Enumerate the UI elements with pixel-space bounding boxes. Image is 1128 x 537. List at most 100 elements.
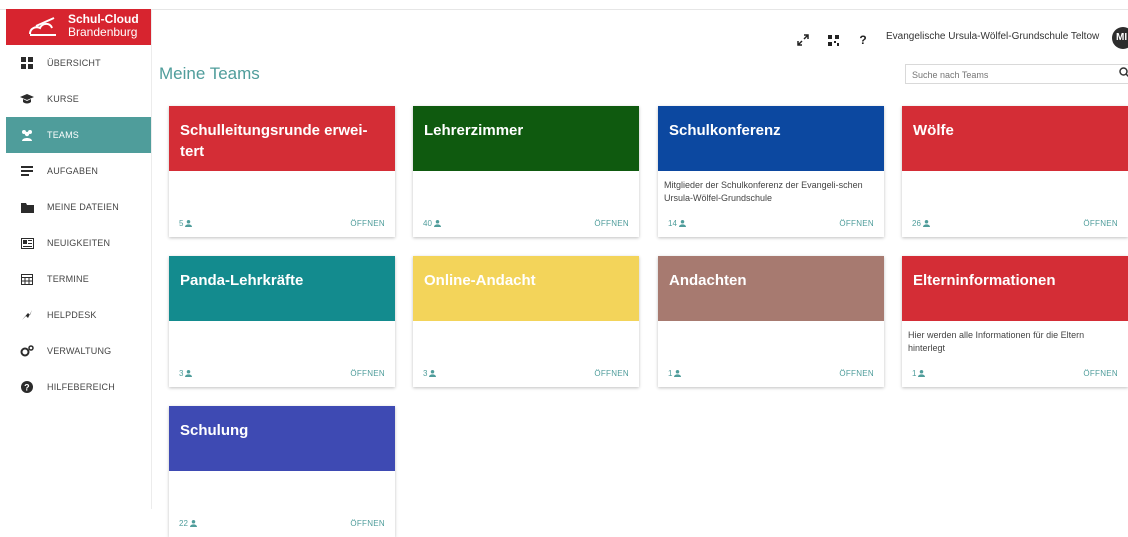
sidebar-item-label: VERWALTUNG [47, 346, 112, 356]
open-team-link[interactable]: ÖFFNEN [350, 519, 385, 528]
member-count: 26 [912, 219, 930, 228]
open-team-link[interactable]: ÖFFNEN [1083, 369, 1118, 378]
team-name: Elterninformationen [913, 272, 1056, 289]
member-count: 1 [668, 369, 682, 378]
search-input[interactable] [906, 67, 1112, 83]
question-circle-icon: ? [20, 380, 34, 394]
member-count: 3 [179, 369, 193, 378]
team-name: Schulkonferenz [669, 122, 781, 139]
team-card[interactable]: Schulkonferenz Mitglieder der Schulkonfer… [658, 106, 884, 237]
sidebar-item-kurse[interactable]: KURSE [6, 81, 151, 117]
sidebar-nav: ÜBERSICHT KURSE TEAMS AUFGABEN MEINE DAT… [6, 45, 151, 405]
team-name: Online-Andacht [424, 272, 536, 289]
sidebar-item-teams[interactable]: TEAMS [6, 117, 151, 153]
team-card-header[interactable]: Schulkonferenz [658, 106, 884, 171]
cloud-logo-icon [29, 17, 56, 36]
team-card-header[interactable]: Schulleitungsrunde erwei-tert [169, 106, 395, 171]
open-team-link[interactable]: ÖFFNEN [839, 369, 874, 378]
team-card[interactable]: Elterninformationen Hier werden alle Info… [902, 256, 1128, 387]
member-count-value: 1 [912, 369, 917, 378]
cogs-icon [20, 344, 34, 358]
folder-icon [20, 200, 34, 214]
member-count-value: 26 [912, 219, 921, 228]
fullscreen-icon[interactable] [795, 32, 811, 48]
member-count-value: 3 [423, 369, 428, 378]
member-count: 40 [423, 219, 441, 228]
team-card-header[interactable]: Panda-Lehrkräfte [169, 256, 395, 321]
member-count-value: 14 [668, 219, 677, 228]
member-count: 22 [179, 519, 197, 528]
member-count: 1 [912, 369, 926, 378]
team-name: Schulung [180, 422, 249, 439]
avatar[interactable]: MI [1112, 27, 1128, 49]
open-team-link[interactable]: ÖFFNEN [594, 369, 629, 378]
person-icon [678, 220, 686, 227]
tasks-icon [20, 164, 34, 178]
member-count-value: 3 [179, 369, 184, 378]
member-count-value: 40 [423, 219, 432, 228]
member-count-value: 5 [179, 219, 184, 228]
team-card[interactable]: Wölfe 26 ÖFFNEN [902, 106, 1128, 237]
open-team-link[interactable]: ÖFFNEN [594, 219, 629, 228]
sidebar-item-neuigkeiten[interactable]: NEUIGKEITEN [6, 225, 151, 261]
team-description: Hier werden alle Informationen für die E… [908, 330, 1085, 353]
person-icon [918, 370, 926, 377]
sidebar-item-hilfebereich[interactable]: ? HILFEBEREICH [6, 369, 151, 405]
person-icon [429, 370, 437, 377]
sidebar: Schul-Cloud Brandenburg ÜBERSICHT KURSE … [6, 9, 152, 509]
team-card-header[interactable]: Schulung [169, 406, 395, 471]
sidebar-item-label: TEAMS [47, 130, 80, 140]
open-team-link[interactable]: ÖFFNEN [839, 219, 874, 228]
team-card-header[interactable]: Andachten [658, 256, 884, 321]
team-name: Panda-Lehrkräfte [180, 272, 304, 289]
sidebar-item-aufgaben[interactable]: AUFGABEN [6, 153, 151, 189]
dashboard-icon [20, 56, 34, 70]
sidebar-item-helpdesk[interactable]: HELPDESK [6, 297, 151, 333]
team-card[interactable]: Andachten 1 ÖFFNEN [658, 256, 884, 387]
team-card-header[interactable]: Elterninformationen [902, 256, 1128, 321]
sidebar-item-label: KURSE [47, 94, 80, 104]
qr-code-icon[interactable] [825, 32, 841, 48]
member-count-value: 22 [179, 519, 188, 528]
sidebar-item-uebersicht[interactable]: ÜBERSICHT [6, 45, 151, 81]
team-card[interactable]: Schulung 22 ÖFFNEN [169, 406, 395, 537]
sidebar-item-label: HELPDESK [47, 310, 97, 320]
team-card[interactable]: Lehrerzimmer 40 ÖFFNEN [413, 106, 639, 237]
help-icon[interactable]: ? [855, 32, 871, 48]
graduation-cap-icon [20, 92, 34, 106]
person-icon [433, 220, 441, 227]
team-card[interactable]: Online-Andacht 3 ÖFFNEN [413, 256, 639, 387]
sidebar-item-meine-dateien[interactable]: MEINE DATEIEN [6, 189, 151, 225]
svg-text:?: ? [24, 383, 30, 393]
calendar-icon [20, 272, 34, 286]
brand-line-2: Brandenburg [68, 25, 138, 39]
sidebar-item-verwaltung[interactable]: VERWALTUNG [6, 333, 151, 369]
sidebar-item-label: HILFEBEREICH [47, 382, 115, 392]
search-box [905, 64, 1128, 84]
search-icon[interactable] [1119, 67, 1128, 79]
member-count: 5 [179, 219, 193, 228]
team-card[interactable]: Schulleitungsrunde erwei-tert 5 ÖFFNEN [169, 106, 395, 237]
person-icon [189, 520, 197, 527]
team-card-header[interactable]: Lehrerzimmer [413, 106, 639, 171]
brand-logo[interactable]: Schul-Cloud Brandenburg [6, 9, 151, 45]
person-icon [185, 370, 193, 377]
team-name: Lehrerzimmer [424, 122, 524, 139]
open-team-link[interactable]: ÖFFNEN [350, 369, 385, 378]
helpdesk-icon [20, 308, 34, 322]
open-team-link[interactable]: ÖFFNEN [1083, 219, 1118, 228]
team-name: Schulleitungsrunde erwei-tert [180, 122, 368, 160]
sidebar-item-termine[interactable]: TERMINE [6, 261, 151, 297]
open-team-link[interactable]: ÖFFNEN [350, 219, 385, 228]
team-description: Mitglieder der Schulkonferenz der Evange… [664, 180, 863, 203]
team-card-header[interactable]: Online-Andacht [413, 256, 639, 321]
school-name[interactable]: Evangelische Ursula-Wölfel-Grundschule T… [886, 31, 1099, 42]
team-card-header[interactable]: Wölfe [902, 106, 1128, 171]
member-count-value: 1 [668, 369, 673, 378]
sidebar-item-label: TERMINE [47, 274, 89, 284]
person-icon [674, 370, 682, 377]
sidebar-item-label: ÜBERSICHT [47, 58, 101, 68]
team-card[interactable]: Panda-Lehrkräfte 3 ÖFFNEN [169, 256, 395, 387]
header-actions: ? [795, 32, 885, 48]
top-bar [0, 0, 1128, 10]
